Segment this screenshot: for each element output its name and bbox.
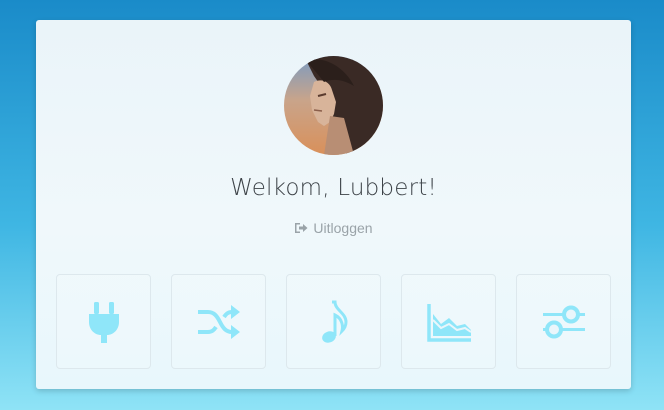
shuffle-tile[interactable] xyxy=(171,274,266,369)
settings-tile[interactable] xyxy=(516,274,611,369)
logout-link[interactable]: Uitloggen xyxy=(36,220,631,237)
avatar-image xyxy=(284,56,383,155)
music-tile[interactable] xyxy=(286,274,381,369)
shuffle-icon xyxy=(197,304,240,339)
chart-tile[interactable] xyxy=(401,274,496,369)
music-note-icon xyxy=(321,300,348,343)
app-tiles xyxy=(56,274,611,369)
welcome-card: Welkom, Lubbert! Uitloggen xyxy=(36,20,631,389)
page-title: Welkom, Lubbert! xyxy=(230,175,437,201)
avatar xyxy=(284,56,383,155)
sign-out-icon xyxy=(295,223,308,233)
area-chart-icon xyxy=(426,303,472,342)
plug-tile[interactable] xyxy=(56,274,151,369)
plug-icon xyxy=(88,301,119,343)
logout-label: Uitloggen xyxy=(313,220,373,236)
sliders-icon xyxy=(542,305,585,338)
